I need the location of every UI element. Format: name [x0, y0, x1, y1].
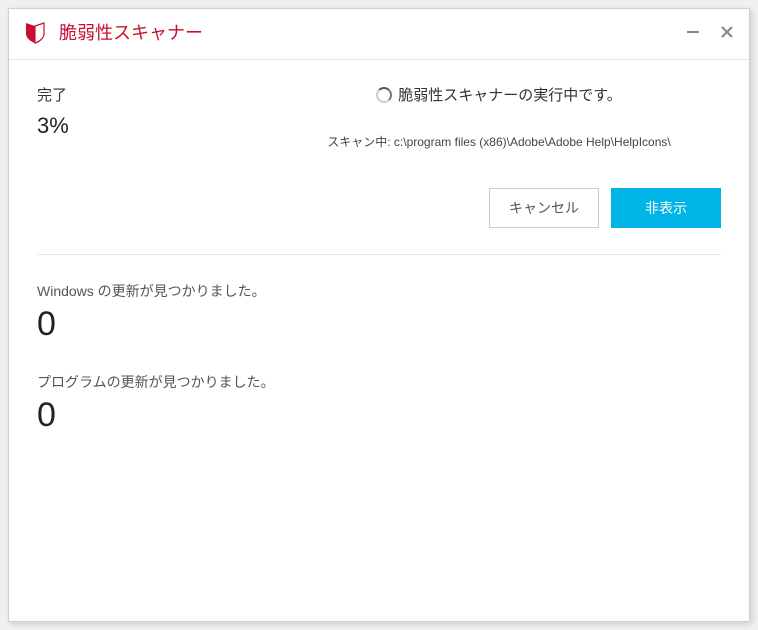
windows-updates-label: Windows の更新が見つかりました。	[37, 281, 721, 301]
progress-column: 完了 3%	[37, 84, 277, 139]
done-label: 完了	[37, 84, 277, 105]
scan-path: スキャン中: c:\program files (x86)\Adobe\Adob…	[277, 133, 721, 150]
program-updates-section: プログラムの更新が見つかりました。 0	[37, 372, 721, 435]
cancel-button[interactable]: キャンセル	[489, 188, 599, 228]
running-line: 脆弱性スキャナーの実行中です。	[277, 84, 721, 105]
running-message: 脆弱性スキャナーの実行中です。	[398, 84, 622, 105]
close-icon[interactable]	[719, 24, 735, 40]
window-body: 完了 3% 脆弱性スキャナーの実行中です。 スキャン中: c:\program …	[9, 60, 749, 621]
window-controls	[685, 24, 735, 40]
program-updates-count: 0	[37, 396, 721, 435]
running-column: 脆弱性スキャナーの実行中です。 スキャン中: c:\program files …	[277, 84, 721, 150]
divider	[37, 254, 721, 255]
titlebar: 脆弱性スキャナー	[9, 9, 749, 60]
status-row: 完了 3% 脆弱性スキャナーの実行中です。 スキャン中: c:\program …	[37, 84, 721, 150]
spinner-icon	[376, 87, 392, 103]
progress-percent: 3%	[37, 113, 277, 139]
mcafee-shield-icon	[23, 20, 47, 44]
windows-updates-section: Windows の更新が見つかりました。 0	[37, 281, 721, 344]
windows-updates-count: 0	[37, 305, 721, 344]
program-updates-label: プログラムの更新が見つかりました。	[37, 372, 721, 392]
scanner-window: 脆弱性スキャナー 完了 3% 脆弱性スキャナーの実行中です。 スキャン中: c:…	[8, 8, 750, 622]
hide-button[interactable]: 非表示	[611, 188, 721, 228]
window-title: 脆弱性スキャナー	[59, 19, 685, 45]
button-row: キャンセル 非表示	[37, 188, 721, 254]
minimize-icon[interactable]	[685, 24, 701, 40]
